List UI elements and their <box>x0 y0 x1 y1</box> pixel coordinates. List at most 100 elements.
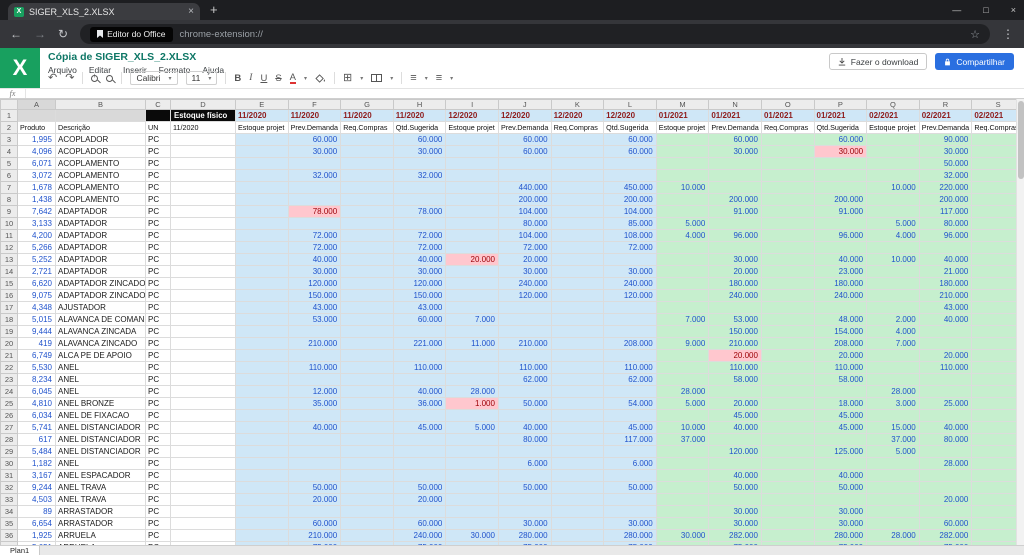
cell[interactable] <box>171 194 236 206</box>
cell[interactable] <box>288 434 341 446</box>
cell-produto[interactable]: 3,133 <box>18 218 56 230</box>
cell-header[interactable]: Estoque projet <box>867 122 920 134</box>
row-header[interactable]: 4 <box>1 146 18 158</box>
cell-month[interactable]: 01/2021 <box>814 110 867 122</box>
cell[interactable] <box>656 470 709 482</box>
cell-produto[interactable]: 6,034 <box>18 410 56 422</box>
cell[interactable]: 2.000 <box>867 314 920 326</box>
cell[interactable]: 5.000 <box>867 446 920 458</box>
cell[interactable]: 72.000 <box>288 230 341 242</box>
cell-header[interactable]: Prev.Demanda <box>709 122 762 134</box>
cell[interactable] <box>551 182 604 194</box>
cell[interactable]: 72.000 <box>498 242 551 254</box>
cell[interactable] <box>709 434 762 446</box>
cell[interactable]: 180.000 <box>919 278 972 290</box>
zoom-out-icon[interactable] <box>106 75 113 82</box>
row-header[interactable]: 13 <box>1 254 18 266</box>
cell[interactable] <box>761 374 814 386</box>
row-header[interactable]: 31 <box>1 470 18 482</box>
cell-un[interactable]: PC <box>146 506 171 518</box>
cell[interactable] <box>919 446 972 458</box>
cell-un[interactable]: PC <box>146 374 171 386</box>
cell[interactable] <box>341 134 394 146</box>
cell-un[interactable]: PC <box>146 446 171 458</box>
cell[interactable] <box>341 302 394 314</box>
cell[interactable]: 40.000 <box>919 314 972 326</box>
row-header[interactable]: 28 <box>1 434 18 446</box>
cell[interactable]: 221.000 <box>393 338 446 350</box>
cell-month[interactable]: 02/2021 <box>919 110 972 122</box>
cell[interactable] <box>171 314 236 326</box>
row-header[interactable]: 18 <box>1 314 18 326</box>
cell[interactable]: 60.000 <box>288 134 341 146</box>
cell-month[interactable]: 12/2020 <box>551 110 604 122</box>
cell[interactable] <box>656 458 709 470</box>
cell[interactable] <box>236 530 289 542</box>
cell-produto[interactable]: 9,075 <box>18 290 56 302</box>
cell[interactable] <box>236 206 289 218</box>
cell[interactable]: 30.000 <box>919 146 972 158</box>
cell[interactable]: 7.000 <box>446 314 499 326</box>
cell[interactable]: 20.000 <box>709 398 762 410</box>
cell[interactable]: 117.000 <box>919 206 972 218</box>
cell[interactable] <box>446 266 499 278</box>
cell-produto[interactable]: 1,678 <box>18 182 56 194</box>
cell[interactable]: 75.000 <box>604 542 657 546</box>
row-header[interactable]: 17 <box>1 302 18 314</box>
indent-icon[interactable]: ≡ <box>436 73 442 84</box>
cell-un[interactable]: PC <box>146 302 171 314</box>
cell-descricao[interactable]: ANEL <box>56 362 146 374</box>
maximize-button[interactable]: □ <box>983 5 988 15</box>
cell[interactable] <box>656 170 709 182</box>
cell[interactable] <box>171 326 236 338</box>
cell[interactable] <box>171 230 236 242</box>
cell[interactable]: 10.000 <box>867 182 920 194</box>
cell-descricao[interactable]: ANEL TRAVA <box>56 482 146 494</box>
cell-descricao[interactable]: ADAPTADOR <box>56 206 146 218</box>
cell[interactable]: 37.000 <box>656 434 709 446</box>
cell[interactable] <box>604 386 657 398</box>
column-header-K[interactable]: K <box>551 100 604 110</box>
cell[interactable] <box>446 542 499 546</box>
cell[interactable]: 28.000 <box>919 458 972 470</box>
cell[interactable]: 30.000 <box>393 146 446 158</box>
cell-descricao[interactable]: ARRUELA <box>56 542 146 546</box>
cell[interactable] <box>867 146 920 158</box>
cell[interactable] <box>761 350 814 362</box>
cell[interactable]: 30.000 <box>814 146 867 158</box>
cell[interactable] <box>288 182 341 194</box>
cell[interactable] <box>171 482 236 494</box>
column-header-N[interactable]: N <box>709 100 762 110</box>
cell[interactable] <box>551 206 604 218</box>
cell[interactable]: 30.000 <box>604 518 657 530</box>
cell[interactable] <box>604 254 657 266</box>
zoom-in-icon[interactable] <box>91 75 98 82</box>
cell[interactable] <box>709 386 762 398</box>
cell[interactable] <box>551 302 604 314</box>
cell[interactable]: 60.000 <box>498 134 551 146</box>
cell[interactable] <box>341 410 394 422</box>
cell-produto[interactable]: 5,651 <box>18 542 56 546</box>
cell[interactable] <box>446 350 499 362</box>
column-header-C[interactable]: C <box>146 100 171 110</box>
cell[interactable] <box>56 110 146 122</box>
cell[interactable] <box>171 458 236 470</box>
cell-descricao[interactable]: ANEL DISTANCIADOR <box>56 434 146 446</box>
cell[interactable]: 5.000 <box>446 422 499 434</box>
cell-month[interactable]: 11/2020 <box>288 110 341 122</box>
cell[interactable]: 35.000 <box>288 398 341 410</box>
cell[interactable] <box>656 278 709 290</box>
cell[interactable] <box>867 266 920 278</box>
cell[interactable]: 20.000 <box>709 266 762 278</box>
cell[interactable] <box>656 206 709 218</box>
cell[interactable]: 45.000 <box>814 410 867 422</box>
cell-month[interactable]: 12/2020 <box>498 110 551 122</box>
cell[interactable]: 53.000 <box>288 314 341 326</box>
cell[interactable] <box>551 518 604 530</box>
cell-descricao[interactable]: ACOPLADOR <box>56 134 146 146</box>
cell[interactable] <box>761 506 814 518</box>
strikethrough-button[interactable]: S <box>275 73 281 84</box>
cell[interactable] <box>171 506 236 518</box>
cell[interactable] <box>171 434 236 446</box>
cell[interactable] <box>341 494 394 506</box>
